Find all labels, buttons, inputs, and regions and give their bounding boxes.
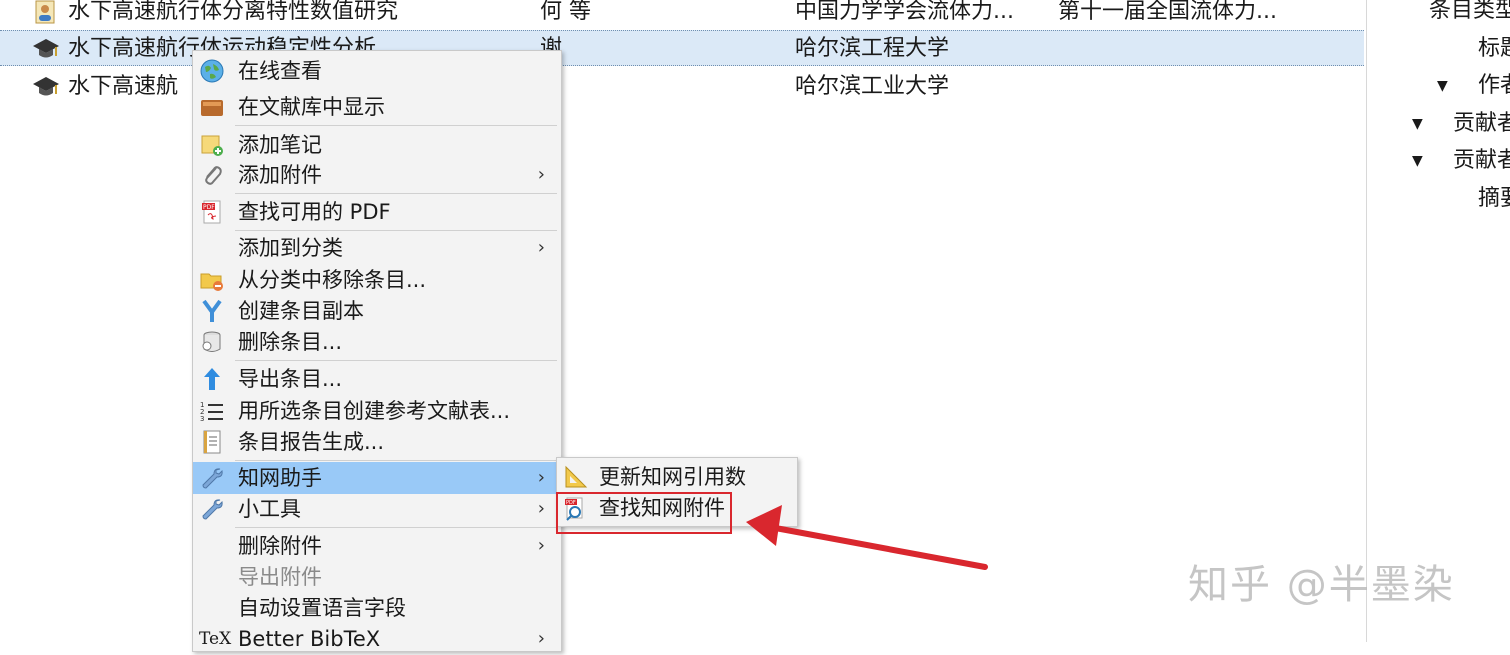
watermark: 知乎 @半墨染: [1188, 562, 1455, 608]
annotation-arrow-icon: [746, 505, 988, 570]
